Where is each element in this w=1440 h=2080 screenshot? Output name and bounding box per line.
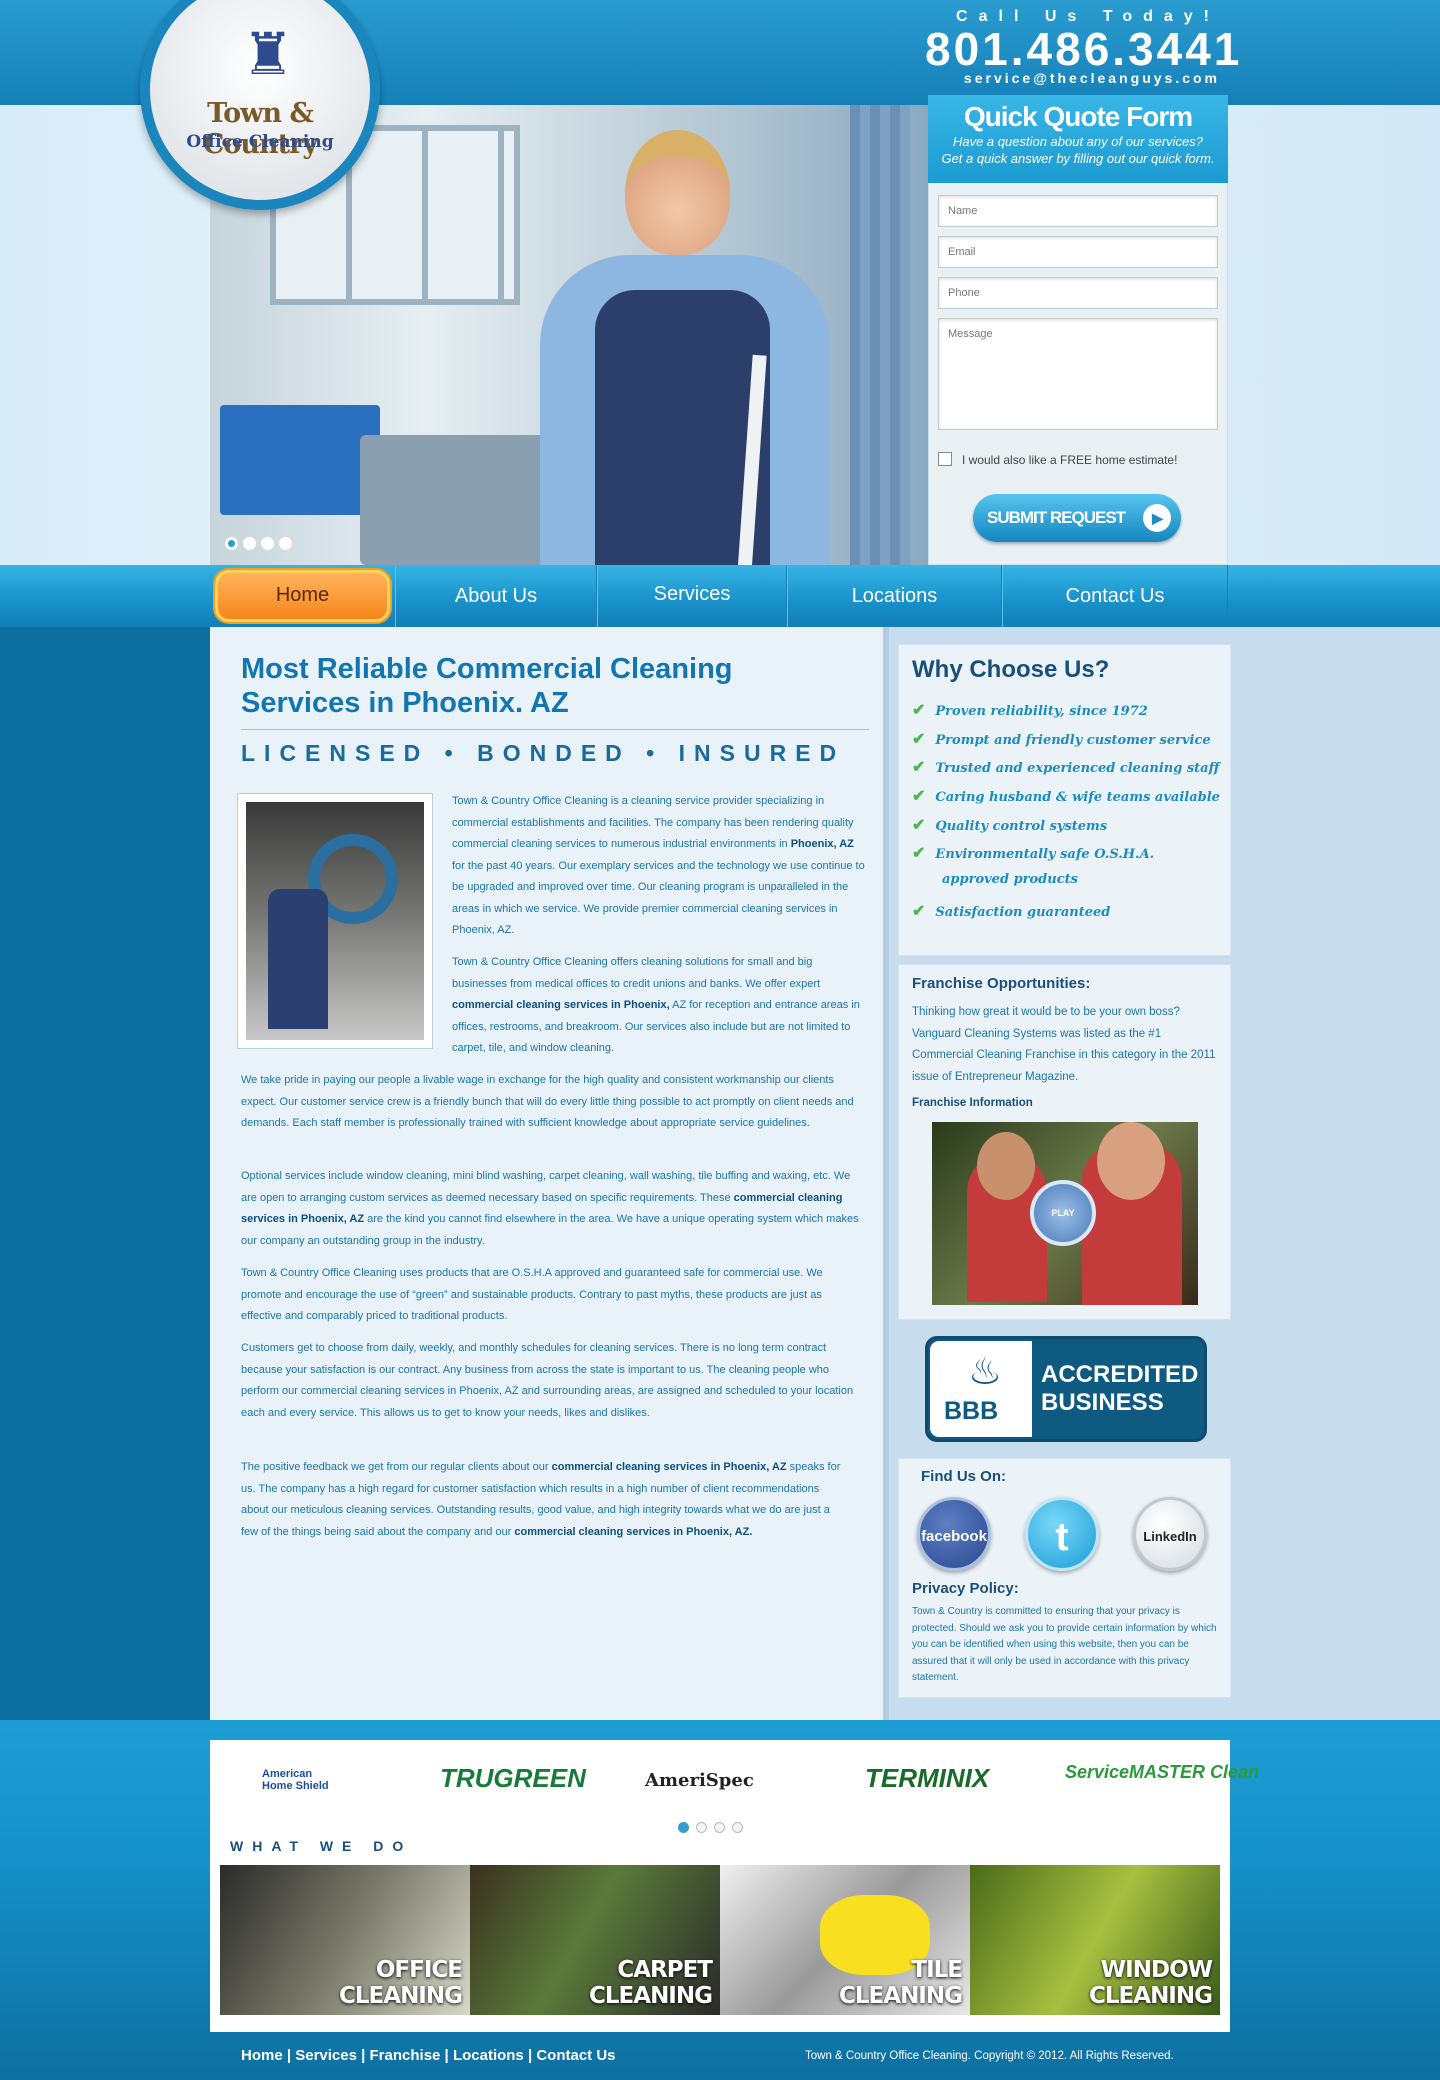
linkedin-icon[interactable]: LinkedIn (1133, 1497, 1207, 1571)
privacy-title: Privacy Policy: (912, 1580, 1019, 1597)
email-link[interactable]: service@thecleanguys.com (925, 70, 1220, 86)
bbb-line2: BUSINESS (1041, 1389, 1164, 1416)
why-item: ✔ Quality control systems (912, 815, 1108, 834)
slider-dot[interactable] (261, 537, 274, 550)
checkmark-icon: ✔ (912, 700, 926, 719)
why-item-continued: approved products (942, 872, 1078, 887)
slider-dot[interactable] (279, 537, 292, 550)
email-field[interactable]: Email (938, 236, 1218, 268)
checkmark-icon: ✔ (912, 729, 926, 748)
privacy-text: Town & Country is committed to ensuring … (912, 1606, 1217, 1683)
hero-slider-dots (225, 537, 297, 555)
slider-dot[interactable] (696, 1822, 707, 1833)
why-item: ✔ Caring husband & wife teams available (912, 786, 1220, 805)
logo-line2: Office Cleaning (186, 132, 334, 152)
why-item: ✔ Satisfaction guaranteed (912, 901, 1111, 920)
submit-label: SUBMIT REQUEST (987, 508, 1126, 527)
terminix-logo[interactable]: TERMINIX (865, 1763, 989, 1794)
quote-form-title: Quick Quote Form (963, 101, 1193, 132)
franchise-text: Thinking how great it would be to be you… (912, 1006, 1216, 1083)
vacuum-icon: ♜ (242, 20, 294, 88)
phone-number[interactable]: 801.486.3441 (925, 22, 1239, 76)
footer-link-locations[interactable]: Locations (453, 2047, 524, 2064)
sidebar-divider (883, 627, 889, 1720)
footer-link-contact-us[interactable]: Contact Us (536, 2047, 615, 2064)
free-estimate-checkbox[interactable] (938, 452, 952, 466)
amerispec-logo[interactable]: AmeriSpec (645, 1770, 754, 1791)
checkmark-icon: ✔ (912, 757, 926, 776)
phone-field[interactable]: Phone (938, 277, 1218, 309)
bbb-line1: ACCREDITED (1041, 1361, 1199, 1388)
tile-cleaning-tile[interactable]: TILE CLEANING (720, 1865, 970, 2015)
american-home-shield-logo[interactable]: American Home Shield (262, 1768, 329, 1792)
bbb-logo-text: BBB (944, 1397, 999, 1425)
window-cleaning-tile[interactable]: WINDOW CLEANING (970, 1865, 1220, 2015)
franchise-info-link[interactable]: Franchise Information (912, 1097, 1033, 1109)
link-phoenix[interactable]: Phoenix, AZ (791, 838, 854, 850)
carpet-cleaning-tile[interactable]: CARPET CLEANING (470, 1865, 720, 2015)
title-divider (241, 729, 869, 730)
trugreen-logo[interactable]: TRUGREEN (440, 1763, 586, 1794)
message-field[interactable]: Message (938, 318, 1218, 430)
worker-photo (237, 793, 433, 1049)
twitter-icon[interactable]: t (1025, 1497, 1099, 1571)
footer-link-franchise[interactable]: Franchise (370, 2047, 441, 2064)
why-item: ✔ Trusted and experienced cleaning staff (912, 757, 1220, 776)
nav-home[interactable]: Home (215, 570, 390, 622)
why-title: Why Choose Us? (912, 656, 1110, 683)
franchise-title: Franchise Opportunities: (912, 975, 1091, 992)
paragraph-6: Customers get to choose from daily, week… (241, 1342, 854, 1419)
quote-form-header: Quick Quote Form Have a question about a… (928, 95, 1228, 183)
paragraph-2: Town & Country Office Cleaning offers cl… (452, 956, 860, 1054)
free-estimate-label: I would also like a FREE home estimate! (962, 453, 1178, 467)
link-commercial-cleaning[interactable]: commercial cleaning services in Phoenix, (452, 999, 670, 1011)
slider-dot[interactable] (225, 537, 238, 550)
office-cleaning-tile[interactable]: OFFICE CLEANING (220, 1865, 470, 2015)
checkmark-icon: ✔ (912, 786, 926, 805)
nav-locations[interactable]: Locations (787, 565, 1002, 627)
footer-link-home[interactable]: Home (241, 2047, 283, 2064)
quote-form-subtitle1: Have a question about any of our service… (952, 134, 1204, 149)
quote-form-subtitle2: Get a quick answer by filling out our qu… (941, 151, 1215, 166)
arrow-right-icon: ▶ (1143, 504, 1171, 532)
slider-dot[interactable] (714, 1822, 725, 1833)
checkmark-icon: ✔ (912, 901, 926, 920)
why-item: ✔ Prompt and friendly customer service (912, 729, 1211, 748)
copyright: Town & Country Office Cleaning. Copyrigh… (805, 2050, 1174, 2062)
tagline: LICENSED • BONDED • INSURED (241, 740, 846, 766)
brand-slider-dots (678, 1820, 750, 1838)
footer-link-services[interactable]: Services (295, 2047, 357, 2064)
facebook-icon[interactable]: facebook (917, 1497, 991, 1571)
why-item: ✔ Proven reliability, since 1972 (912, 700, 1148, 719)
page-title: Most Reliable Commercial Cleaning Servic… (241, 653, 733, 719)
servicemaster-logo[interactable]: ServiceMASTER Clean (1065, 1762, 1259, 1783)
why-item: ✔ Environmentally safe O.S.H.A. (912, 843, 1155, 862)
nav-services[interactable]: Services (597, 565, 787, 627)
link-commercial-cleaning[interactable]: commercial cleaning services in Phoenix,… (552, 1461, 787, 1473)
nav-contact-us[interactable]: Contact Us (1002, 565, 1228, 627)
what-we-do-title: WHAT WE DO (230, 1838, 413, 1854)
submit-request-button[interactable]: SUBMIT REQUEST ▶ (973, 494, 1181, 542)
link-commercial-cleaning[interactable]: commercial cleaning services in Phoenix,… (514, 1526, 752, 1538)
slider-dot[interactable] (243, 537, 256, 550)
name-field[interactable]: Name (938, 195, 1218, 227)
slider-dot[interactable] (732, 1822, 743, 1833)
paragraph-5: Town & Country Office Cleaning uses prod… (241, 1267, 823, 1322)
slider-dot[interactable] (678, 1822, 689, 1833)
nav-about-us[interactable]: About Us (395, 565, 597, 627)
play-button[interactable]: PLAY (1030, 1180, 1096, 1246)
checkmark-icon: ✔ (912, 843, 926, 862)
checkmark-icon: ✔ (912, 815, 926, 834)
footer-links: Home | Services | Franchise | Locations … (241, 2047, 616, 2064)
paragraph-1: Town & Country Office Cleaning is a clea… (452, 795, 865, 936)
paragraph-3: We take pride in paying our people a liv… (241, 1074, 854, 1129)
bbb-accredited-badge[interactable]: ♨ BBB ACCREDITED BUSINESS (925, 1336, 1207, 1442)
torch-icon: ♨ (968, 1351, 1003, 1393)
paragraph-4: Optional services include window cleanin… (241, 1170, 859, 1247)
paragraph-7: The positive feedback we get from our re… (241, 1461, 841, 1538)
find-us-title: Find Us On: (921, 1468, 1006, 1485)
